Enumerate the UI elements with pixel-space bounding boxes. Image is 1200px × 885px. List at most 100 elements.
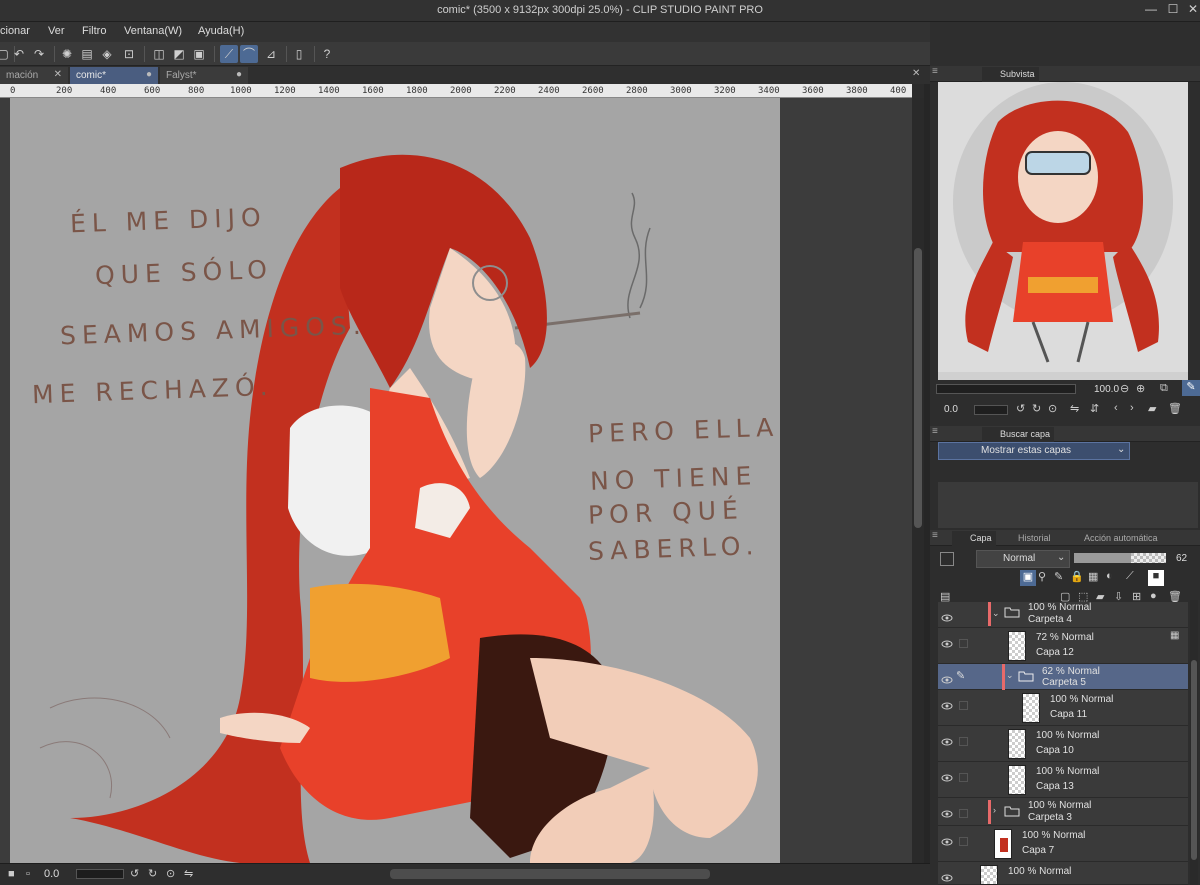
- deselect-icon[interactable]: ◫: [150, 45, 168, 63]
- vertical-scrollbar[interactable]: [912, 98, 924, 863]
- reset-rotation-icon[interactable]: ⊙: [166, 867, 175, 880]
- fill-icon[interactable]: ◈: [98, 45, 116, 63]
- layer-filter-dropdown[interactable]: Mostrar estas capas ⌄: [938, 442, 1130, 460]
- flip-icon[interactable]: ⇋: [184, 867, 193, 880]
- eye-icon[interactable]: [941, 737, 953, 747]
- scroll-thumb[interactable]: [1191, 660, 1197, 860]
- layer-row[interactable]: 100 % Normal: [938, 862, 1188, 885]
- reference-image[interactable]: [938, 82, 1188, 372]
- layer-lock-box[interactable]: [959, 773, 968, 782]
- opacity-slider[interactable]: [1074, 553, 1166, 563]
- layer-row-selected[interactable]: ✎ ⌄ 62 % Normal Carpeta 5: [938, 664, 1188, 690]
- tab-historial[interactable]: Historial: [1000, 531, 1055, 546]
- copy-icon[interactable]: ▤: [78, 45, 96, 63]
- previous-icon[interactable]: ‹: [1114, 402, 1118, 414]
- eye-icon[interactable]: [941, 613, 953, 623]
- layer-color-icon[interactable]: ■: [1148, 570, 1164, 586]
- rotate-right-icon[interactable]: ↻: [1032, 402, 1041, 415]
- layer-scrollbar[interactable]: [1190, 600, 1198, 885]
- layer-row[interactable]: 100 % Normal Capa 10: [938, 726, 1188, 762]
- lock-transparency-icon[interactable]: ▦: [1088, 570, 1098, 583]
- layer-row[interactable]: 72 % Normal Capa 12 ▦: [938, 628, 1188, 664]
- lock-icon[interactable]: 🔒: [1070, 570, 1084, 583]
- stop-icon[interactable]: ■: [8, 868, 15, 880]
- eye-icon[interactable]: [941, 837, 953, 847]
- rotate-left-icon[interactable]: ↺: [130, 867, 139, 880]
- eye-icon[interactable]: [941, 809, 953, 819]
- reset-icon[interactable]: ⊙: [1048, 402, 1057, 415]
- subview-zoom-slider[interactable]: [936, 384, 1076, 394]
- reference-layer-icon[interactable]: ⚲: [1038, 570, 1046, 583]
- tab-subvista[interactable]: Subvista: [982, 67, 1039, 82]
- expression-color-icon[interactable]: [940, 552, 954, 566]
- eye-icon[interactable]: [941, 701, 953, 711]
- close-tab-icon[interactable]: ✕: [912, 68, 920, 79]
- info-tab-icon[interactable]: [1042, 67, 1060, 82]
- flip-horizontal-icon[interactable]: ⇋: [1070, 402, 1079, 415]
- item-bank-tab-icon[interactable]: [1070, 67, 1088, 82]
- loading-icon[interactable]: ✺: [58, 45, 76, 63]
- modified-dot-icon[interactable]: ●: [146, 69, 152, 80]
- rotation-slider[interactable]: [76, 869, 124, 879]
- layer-lock-box[interactable]: [959, 809, 968, 818]
- modified-dot-icon[interactable]: ●: [236, 69, 242, 80]
- menu-filtro[interactable]: Filtro: [82, 25, 106, 37]
- panel-menu-icon[interactable]: ≡: [932, 66, 938, 77]
- layer-row[interactable]: 100 % Normal Capa 7: [938, 826, 1188, 862]
- artboard[interactable]: ÉL ME DIJO QUE SÓLO SEAMOS AMIGOS. ME RE…: [10, 98, 780, 863]
- device-icon[interactable]: ▯: [290, 45, 308, 63]
- menu-ver[interactable]: Ver: [48, 25, 65, 37]
- scroll-thumb[interactable]: [914, 248, 922, 528]
- tab-accion-automatica[interactable]: Acción automática: [1066, 531, 1162, 546]
- chevron-down-icon[interactable]: ⌄: [1006, 670, 1014, 681]
- minimize-icon[interactable]: —: [1144, 2, 1158, 16]
- layer-lock-box[interactable]: [959, 837, 968, 846]
- zoom-out-icon[interactable]: ⊖: [1120, 382, 1129, 395]
- zoom-in-icon[interactable]: ⊕: [1136, 382, 1145, 395]
- layer-lock-box[interactable]: [959, 737, 968, 746]
- draft-layer-icon[interactable]: ✎: [1054, 570, 1063, 583]
- layer-lock-box[interactable]: [959, 639, 968, 648]
- mask-add-icon[interactable]: ●: [1150, 590, 1157, 602]
- eye-icon[interactable]: [941, 773, 953, 783]
- undo-icon[interactable]: ↶: [10, 45, 28, 63]
- menu-seleccionar[interactable]: cionar: [0, 25, 30, 37]
- close-icon[interactable]: ✕: [54, 69, 62, 80]
- subview-angle-slider[interactable]: [974, 405, 1008, 415]
- mask-icon[interactable]: ◐: [1106, 570, 1113, 582]
- tab-animacion[interactable]: mación ✕: [0, 67, 68, 84]
- layer-lock-box[interactable]: [959, 701, 968, 710]
- rotate-right-icon[interactable]: ↻: [148, 867, 157, 880]
- rotate-left-icon[interactable]: ↺: [1016, 402, 1025, 415]
- eye-icon[interactable]: [941, 675, 953, 685]
- layer-row[interactable]: 100 % Normal Capa 11: [938, 690, 1188, 726]
- menu-ventana[interactable]: Ventana(W): [124, 25, 182, 37]
- layer-row[interactable]: ⌄ 100 % Normal Carpeta 4: [938, 602, 1188, 628]
- eye-icon[interactable]: [941, 873, 953, 883]
- flip-vertical-icon[interactable]: ⇵: [1090, 402, 1099, 415]
- close-icon[interactable]: ✕: [1186, 2, 1200, 16]
- invert-selection-icon[interactable]: ◩: [170, 45, 188, 63]
- tab-buscar-capa[interactable]: Buscar capa: [982, 427, 1055, 442]
- chevron-right-icon[interactable]: ›: [993, 805, 996, 815]
- special-ruler-icon[interactable]: ⌒: [240, 45, 258, 63]
- chevron-down-icon[interactable]: ⌄: [992, 608, 1000, 619]
- trash-icon[interactable]: 🗑: [1168, 402, 1182, 415]
- navigator-tab-icon[interactable]: [952, 67, 970, 82]
- tab-comic[interactable]: comic* ●: [70, 67, 158, 84]
- selection-border-icon[interactable]: ▣: [190, 45, 208, 63]
- eye-icon[interactable]: [941, 639, 953, 649]
- next-icon[interactable]: ›: [1130, 402, 1134, 414]
- panel-menu-icon[interactable]: ≡: [932, 426, 938, 437]
- ruler-icon[interactable]: ⟋: [1126, 570, 1134, 583]
- canvas-area[interactable]: ÉL ME DIJO QUE SÓLO SEAMOS AMIGOS. ME RE…: [0, 98, 912, 863]
- menu-ayuda[interactable]: Ayuda(H): [198, 25, 244, 37]
- import-image-icon[interactable]: ▰: [1148, 402, 1156, 415]
- fit-window-icon[interactable]: ⧉: [1160, 382, 1168, 395]
- eyedropper-icon[interactable]: ✎: [1182, 380, 1200, 396]
- layer-row[interactable]: 100 % Normal Capa 13: [938, 762, 1188, 798]
- layer-row[interactable]: › 100 % Normal Carpeta 3: [938, 798, 1188, 826]
- transform-icon[interactable]: ⊡: [120, 45, 138, 63]
- clip-layer-icon[interactable]: ▣: [1020, 570, 1036, 586]
- help-icon[interactable]: ?: [318, 45, 336, 63]
